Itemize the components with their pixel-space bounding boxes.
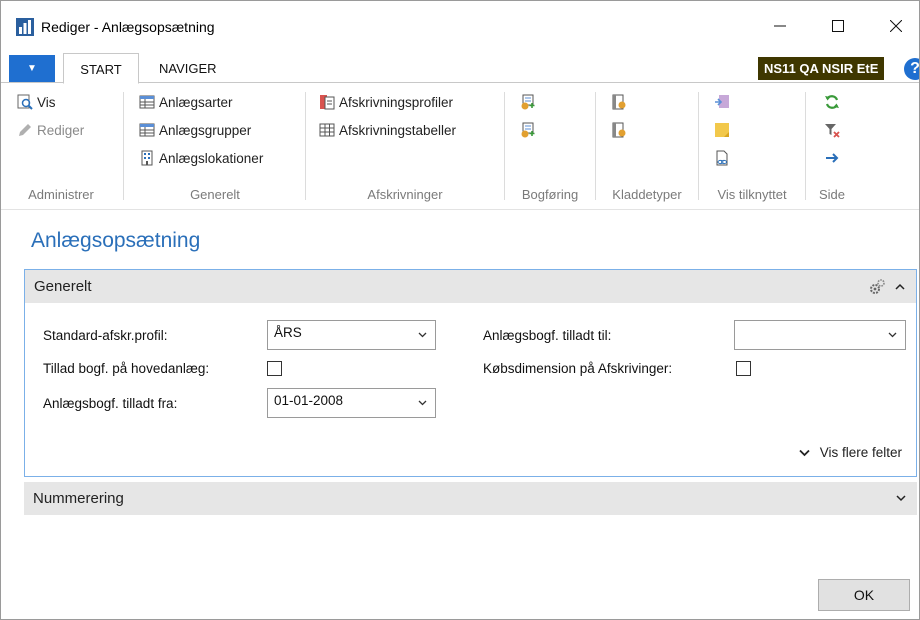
maximize-icon (832, 20, 844, 32)
chevron-down-icon (896, 495, 906, 502)
table-icon (139, 95, 155, 109)
asset-groups-button[interactable]: Anlægsgrupper (139, 122, 251, 138)
link-icon[interactable] (714, 150, 730, 166)
ribbon-separator (504, 92, 505, 200)
chevron-down-icon: ▼ (27, 63, 37, 74)
chevron-up-icon[interactable] (895, 283, 905, 290)
ribbon-group-label: Administrer (28, 187, 94, 202)
ribbon-separator (698, 92, 699, 200)
purchase-dimension-label: Købsdimension på Afskrivinger: (483, 361, 673, 376)
help-icon[interactable]: ? (904, 58, 919, 80)
company-badge: NS11 QA NSIR EtE (758, 57, 885, 80)
table-icon (139, 123, 155, 137)
ribbon-group-show-attached: Vis tilknyttet (700, 88, 804, 206)
app-logo-icon (16, 18, 34, 36)
numbering-fasttab-header[interactable]: Nummerering (24, 482, 917, 515)
notes-icon[interactable] (714, 122, 730, 138)
general-fasttab-header[interactable]: Generelt (25, 270, 916, 303)
maximize-button[interactable] (815, 9, 861, 43)
edit-window: Rediger - Anlægsopsætning ▼ START NAVIGE… (0, 0, 920, 620)
grid-icon (319, 123, 335, 137)
chevron-down-icon (888, 332, 897, 338)
profile-label: Standard-afskr.profil: (43, 328, 168, 343)
minimize-icon (774, 25, 786, 27)
profile-value: ÅRS (274, 325, 302, 340)
ok-button[interactable]: OK (818, 579, 910, 611)
ribbon-separator (305, 92, 306, 200)
ribbon-group-general: Anlægsarter Anlægsgrupper Anlægslokation… (125, 88, 305, 206)
purchase-dimension-checkbox[interactable] (736, 361, 751, 376)
posting-setup-icon[interactable] (520, 122, 536, 138)
allowed-to-select[interactable] (734, 320, 906, 350)
ribbon-group-label: Afskrivninger (367, 187, 443, 202)
depreciation-tables-button[interactable]: Afskrivningstabeller (319, 122, 456, 138)
building-icon (141, 150, 153, 166)
title-bar: Rediger - Anlægsopsætning (1, 1, 919, 53)
close-icon (890, 20, 902, 32)
allowed-from-value: 01-01-2008 (274, 393, 344, 408)
ribbon-separator (123, 92, 124, 200)
ribbon-group-manage: Vis Rediger Administrer (1, 88, 121, 206)
ribbon-group-page: Side (807, 88, 857, 206)
ribbon-group-label: Bogføring (521, 187, 579, 202)
settings-gears-icon[interactable] (868, 278, 886, 296)
chevron-down-icon (418, 400, 427, 406)
journal-icon[interactable] (611, 94, 627, 110)
view-icon (17, 94, 33, 110)
show-more-fields-button[interactable]: Vis flere felter (799, 445, 902, 460)
edit-button[interactable]: Rediger (17, 122, 84, 138)
tab-start[interactable]: START (63, 53, 139, 84)
ribbon-group-label: Kladdetyper (612, 187, 682, 202)
ribbon-group-depreciation: Afskrivningsprofiler Afskrivningstabelle… (307, 88, 503, 206)
asset-classes-button[interactable]: Anlægsarter (139, 94, 233, 110)
ribbon-separator (805, 92, 806, 200)
posting-setup-icon[interactable] (520, 94, 536, 110)
close-button[interactable] (873, 9, 919, 43)
allowed-from-label: Anlægsbogf. tilladt fra: (43, 396, 178, 411)
goto-icon[interactable] (824, 150, 840, 166)
asset-locations-button[interactable]: Anlægslokationer (139, 150, 263, 166)
ribbon-group-label: Vis tilknyttet (717, 187, 787, 202)
journal-icon[interactable] (611, 122, 627, 138)
allowed-to-label: Anlægsbogf. tilladt til: (483, 328, 612, 343)
allowed-from-select[interactable]: 01-01-2008 (267, 388, 436, 418)
chevron-down-icon (799, 449, 810, 456)
ribbon: Vis Rediger Administrer Anlægsarter Anlæ… (1, 84, 919, 210)
window-title: Rediger - Anlægsopsætning (41, 19, 215, 35)
ribbon-group-label: Side (818, 187, 846, 202)
page-title: Anlægsopsætning (31, 229, 201, 252)
profile-select[interactable]: ÅRS (267, 320, 436, 350)
ribbon-group-posting: Bogføring (506, 88, 594, 206)
allow-main-asset-label: Tillad bogf. på hovedanlæg: (43, 361, 210, 376)
profile-icon (320, 95, 335, 110)
fasttab-title: Nummerering (33, 490, 124, 507)
chevron-down-icon (418, 332, 427, 338)
fasttab-title: Generelt (34, 278, 92, 295)
depreciation-profiles-button[interactable]: Afskrivningsprofiler (319, 94, 453, 110)
general-fasttab: Generelt Standard-afskr.profil: ÅRS Till… (24, 269, 917, 477)
edit-icon (19, 124, 31, 136)
ribbon-group-journal-types: Kladdetyper (597, 88, 697, 206)
ribbon-group-label: Generelt (190, 187, 240, 202)
onenote-icon[interactable] (714, 94, 730, 110)
ribbon-separator (595, 92, 596, 200)
clear-filter-icon[interactable] (824, 122, 840, 138)
view-button[interactable]: Vis (17, 94, 56, 110)
minimize-button[interactable] (757, 9, 803, 43)
file-menu-button[interactable]: ▼ (9, 55, 55, 82)
refresh-icon[interactable] (824, 94, 840, 110)
allow-main-asset-checkbox[interactable] (267, 361, 282, 376)
tab-navigate[interactable]: NAVIGER (149, 53, 227, 83)
